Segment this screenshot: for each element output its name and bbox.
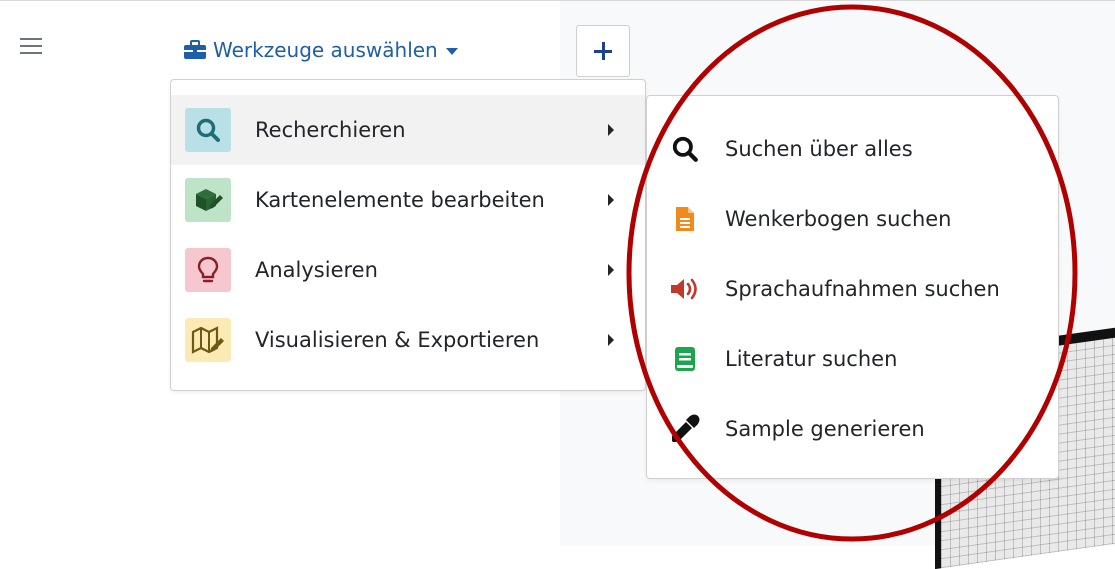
submenu-item-label: Sample generieren: [725, 417, 925, 441]
submenu-item-label: Literatur suchen: [725, 347, 898, 371]
search-icon: [669, 133, 701, 165]
chevron-right-icon: [608, 334, 614, 346]
hamburger-menu-button[interactable]: [20, 36, 42, 54]
pipette-icon: [669, 413, 701, 445]
lightbulb-icon: [185, 248, 231, 292]
edit-cube-icon: [185, 178, 231, 222]
briefcase-icon: [184, 40, 206, 59]
chevron-right-icon: [608, 194, 614, 206]
book-icon: [669, 343, 701, 375]
menu-item-visualisieren-exportieren[interactable]: Visualisieren & Exportieren: [171, 305, 645, 375]
speaker-icon: [669, 273, 701, 305]
menu-item-label: Recherchieren: [255, 118, 406, 142]
submenu-item-sprachaufnahmen-suchen[interactable]: Sprachaufnahmen suchen: [647, 254, 1058, 324]
hamburger-icon: [20, 38, 42, 40]
document-icon: [669, 203, 701, 235]
submenu-item-label: Wenkerbogen suchen: [725, 207, 952, 231]
tools-dropdown-label: Werkzeuge auswählen: [213, 38, 438, 62]
chevron-right-icon: [608, 264, 614, 276]
add-button[interactable]: [576, 25, 630, 77]
menu-item-label: Analysieren: [255, 258, 378, 282]
menu-item-analysieren[interactable]: Analysieren: [171, 235, 645, 305]
submenu-item-sample-generieren[interactable]: Sample generieren: [647, 394, 1058, 464]
menu-item-label: Kartenelemente bearbeiten: [255, 188, 545, 212]
map-pencil-icon: [185, 318, 231, 362]
submenu-item-label: Suchen über alles: [725, 137, 913, 161]
plus-icon: [594, 42, 612, 60]
submenu-item-literatur-suchen[interactable]: Literatur suchen: [647, 324, 1058, 394]
chevron-right-icon: [608, 124, 614, 136]
menu-item-label: Visualisieren & Exportieren: [255, 328, 540, 352]
menu-item-recherchieren[interactable]: Recherchieren: [171, 95, 645, 165]
submenu-item-wenkerbogen-suchen[interactable]: Wenkerbogen suchen: [647, 184, 1058, 254]
tools-dropdown-menu: Recherchieren Kartenelemente bearbeiten …: [170, 79, 646, 391]
menu-item-kartenelemente-bearbeiten[interactable]: Kartenelemente bearbeiten: [171, 165, 645, 235]
search-icon: [185, 108, 231, 152]
submenu-item-label: Sprachaufnahmen suchen: [725, 277, 1000, 301]
tools-dropdown-toggle[interactable]: Werkzeuge auswählen: [183, 35, 458, 65]
caret-down-icon: [445, 47, 458, 55]
recherchieren-submenu: Suchen über alles Wenkerbogen suchen Spr…: [646, 95, 1059, 479]
submenu-item-suchen-ueber-alles[interactable]: Suchen über alles: [647, 114, 1058, 184]
